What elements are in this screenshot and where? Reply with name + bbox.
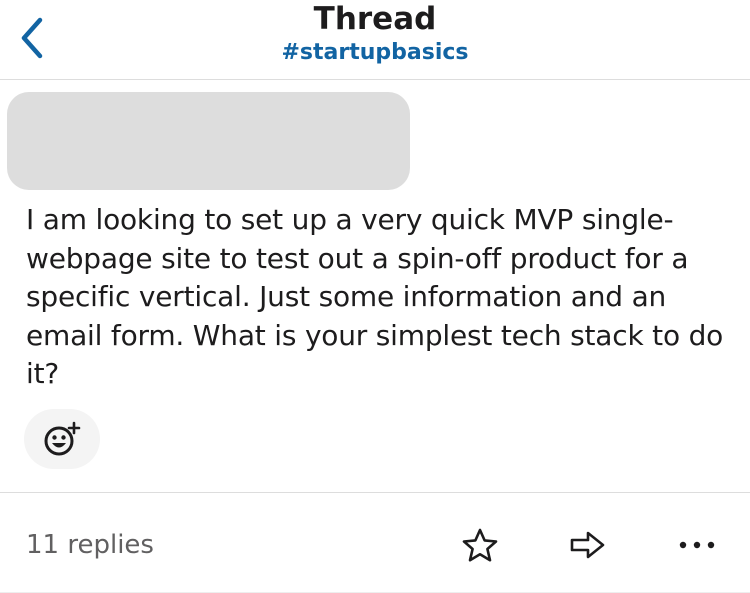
emoji-add-icon <box>44 421 81 456</box>
replies-count[interactable]: 11 replies <box>26 527 154 563</box>
more-horizontal-icon <box>679 541 715 549</box>
footer-divider <box>0 492 750 493</box>
share-button[interactable] <box>563 522 613 568</box>
star-icon <box>462 528 498 562</box>
star-button[interactable] <box>455 522 505 568</box>
message-body: I am looking to set up a very quick MVP … <box>26 203 724 390</box>
add-reaction-button[interactable] <box>24 409 100 469</box>
page-title: Thread <box>313 1 437 37</box>
share-arrow-icon <box>570 531 605 559</box>
more-button[interactable] <box>672 522 722 568</box>
channel-link[interactable]: #startupbasics <box>0 39 750 67</box>
message-author-placeholder <box>7 92 410 190</box>
thread-header: Thread #startupbasics <box>0 0 750 80</box>
header-title-block: Thread #startupbasics <box>0 0 750 67</box>
